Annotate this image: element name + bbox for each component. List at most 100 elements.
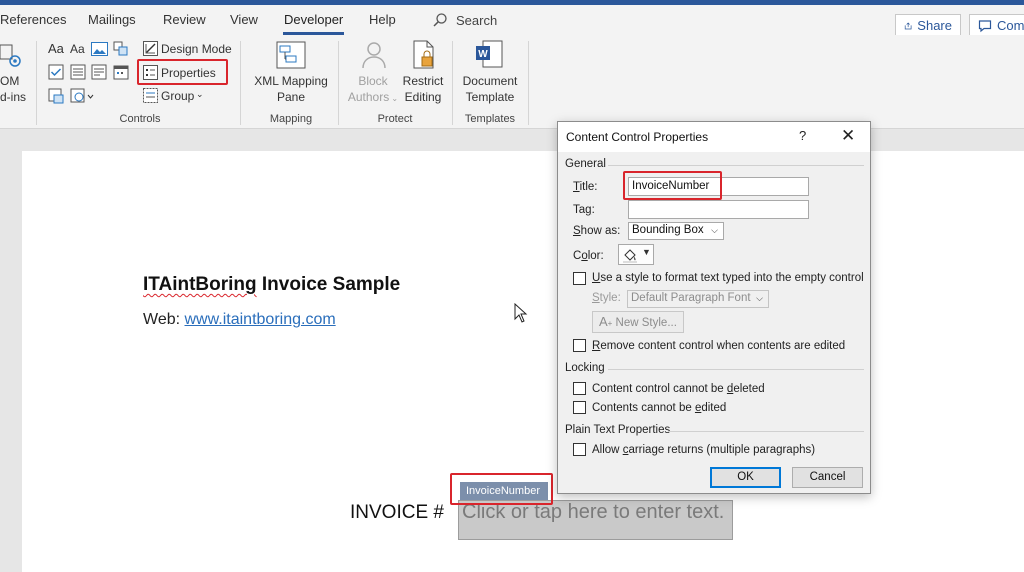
protect-group-label: Protect xyxy=(377,113,413,125)
checkbox-control-icon[interactable] xyxy=(48,64,64,80)
repeating-section-icon[interactable] xyxy=(48,88,64,104)
chevron-down-icon: ⌄ xyxy=(196,89,204,99)
show-as-select[interactable]: Bounding Box ⌵ xyxy=(628,222,724,240)
xml-mapping-line2: Pane xyxy=(276,90,306,104)
plain-text-control-icon[interactable]: Aa xyxy=(70,42,85,56)
web-line: Web: www.itaintboring.com xyxy=(143,311,336,329)
style-value: Default Paragraph Font xyxy=(631,292,751,304)
document-template-line1: Document xyxy=(462,74,518,88)
new-style-button: A+ New Style... xyxy=(592,311,684,333)
dialog-title: Content Control Properties xyxy=(566,130,709,144)
chevron-down-icon: ⌵ xyxy=(711,225,718,235)
help-button[interactable]: ? xyxy=(799,128,806,143)
block-authors-line1: Block xyxy=(358,74,388,88)
use-style-checkbox[interactable] xyxy=(573,272,586,285)
xml-mapping-pane-icon xyxy=(276,41,306,69)
new-style-label: New Style... xyxy=(615,317,677,329)
new-style-icon: A xyxy=(599,314,608,329)
mouse-pointer-icon xyxy=(514,303,528,323)
block-authors-line2: Authors xyxy=(347,90,390,104)
remove-control-checkbox[interactable] xyxy=(573,339,586,352)
document-heading: ITAintBoring Invoice Sample xyxy=(143,274,400,296)
show-as-value: Bounding Box xyxy=(632,224,704,236)
restrict-editing-button[interactable]: Restrict Editing xyxy=(398,73,448,105)
content-control-highlight xyxy=(450,473,553,505)
general-section-label: General xyxy=(565,158,606,170)
group-separator xyxy=(240,41,241,125)
picture-control-icon[interactable] xyxy=(91,42,108,56)
allow-carriage-returns-checkbox[interactable] xyxy=(573,443,586,456)
combo-box-icon[interactable] xyxy=(70,64,86,80)
ribbon: OM d-ins Aa Aa Design Mode Properties Gr… xyxy=(0,35,1024,129)
title-label: Title: xyxy=(573,181,598,193)
document-template-button[interactable]: Document Template xyxy=(458,73,522,105)
xml-mapping-pane-button[interactable]: XML Mapping Pane xyxy=(250,73,332,105)
document-template-icon: W xyxy=(476,40,503,68)
share-button[interactable]: Share xyxy=(895,14,961,37)
block-authors-icon xyxy=(362,42,386,69)
design-mode-button[interactable]: Design Mode xyxy=(161,42,232,56)
style-label: Style: xyxy=(592,292,621,304)
legacy-tools-icon[interactable] xyxy=(70,88,94,104)
controls-group-label: Controls xyxy=(119,113,161,125)
search-label: Search xyxy=(456,12,498,28)
chevron-down-icon: ▼ xyxy=(642,247,651,257)
com-addins-line2: d-ins xyxy=(0,90,27,104)
cannot-delete-checkbox[interactable] xyxy=(573,382,586,395)
restrict-editing-line1: Restrict xyxy=(402,74,444,88)
document-template-line2: Template xyxy=(465,90,515,104)
cannot-delete-label: Content control cannot be deleted xyxy=(592,383,765,395)
group-icon xyxy=(143,88,158,103)
locking-section-label: Locking xyxy=(565,362,605,374)
tab-mailings[interactable]: Mailings xyxy=(88,12,136,27)
group-separator xyxy=(452,41,453,125)
com-addins-button[interactable]: OM d-ins xyxy=(0,73,30,105)
mapping-group-label: Mapping xyxy=(269,113,313,125)
tag-field[interactable] xyxy=(628,200,809,219)
date-picker-icon[interactable] xyxy=(113,64,129,80)
block-authors-button: Block Authors ⌄ xyxy=(345,73,401,107)
rich-text-control-icon[interactable]: Aa xyxy=(48,41,64,56)
com-addins-icon xyxy=(0,44,21,67)
cannot-edit-checkbox[interactable] xyxy=(573,401,586,414)
color-label: Color: xyxy=(573,250,604,262)
cannot-edit-label: Contents cannot be edited xyxy=(592,402,727,414)
tab-references[interactable]: References xyxy=(0,12,66,27)
remove-control-label: Remove content control when contents are… xyxy=(592,340,846,352)
group-separator xyxy=(338,41,339,125)
comment-icon xyxy=(978,19,992,32)
comments-label: Comr xyxy=(997,18,1024,33)
comments-button[interactable]: Comr xyxy=(969,14,1024,37)
title-field-highlight xyxy=(623,171,722,200)
heading-rest: Invoice Sample xyxy=(256,274,401,295)
share-icon xyxy=(904,22,912,29)
website-link[interactable]: www.itaintboring.com xyxy=(185,311,336,328)
show-as-label: Show as: xyxy=(573,225,621,237)
paint-bucket-icon xyxy=(623,249,637,263)
cancel-button[interactable]: Cancel xyxy=(792,467,863,488)
building-block-icon[interactable] xyxy=(113,41,129,57)
search-icon xyxy=(433,13,447,27)
group-button[interactable]: Group xyxy=(161,89,194,103)
style-select: Default Paragraph Font ⌵ xyxy=(627,290,769,308)
properties-highlight xyxy=(137,59,228,85)
allow-carriage-returns-label: Allow carriage returns (multiple paragra… xyxy=(592,444,816,456)
close-button[interactable]: ✕ xyxy=(841,126,855,146)
tab-view[interactable]: View xyxy=(230,12,258,27)
drop-down-list-icon[interactable] xyxy=(91,64,107,80)
com-addins-line1: OM xyxy=(0,74,20,88)
ok-button[interactable]: OK xyxy=(710,467,781,488)
section-divider xyxy=(668,431,864,432)
xml-mapping-line1: XML Mapping xyxy=(254,74,328,88)
search-box[interactable]: Search xyxy=(432,12,497,28)
section-divider xyxy=(608,165,864,166)
restrict-editing-icon xyxy=(413,40,434,69)
tab-help[interactable]: Help xyxy=(369,12,396,27)
tag-label: Tag: xyxy=(573,204,595,216)
share-label: Share xyxy=(917,18,952,33)
tab-review[interactable]: Review xyxy=(163,12,206,27)
use-style-label: Use a style to format text typed into th… xyxy=(592,272,864,284)
tab-developer[interactable]: Developer xyxy=(284,12,343,27)
section-divider xyxy=(608,369,864,370)
color-picker-button[interactable]: ▼ xyxy=(618,244,654,265)
